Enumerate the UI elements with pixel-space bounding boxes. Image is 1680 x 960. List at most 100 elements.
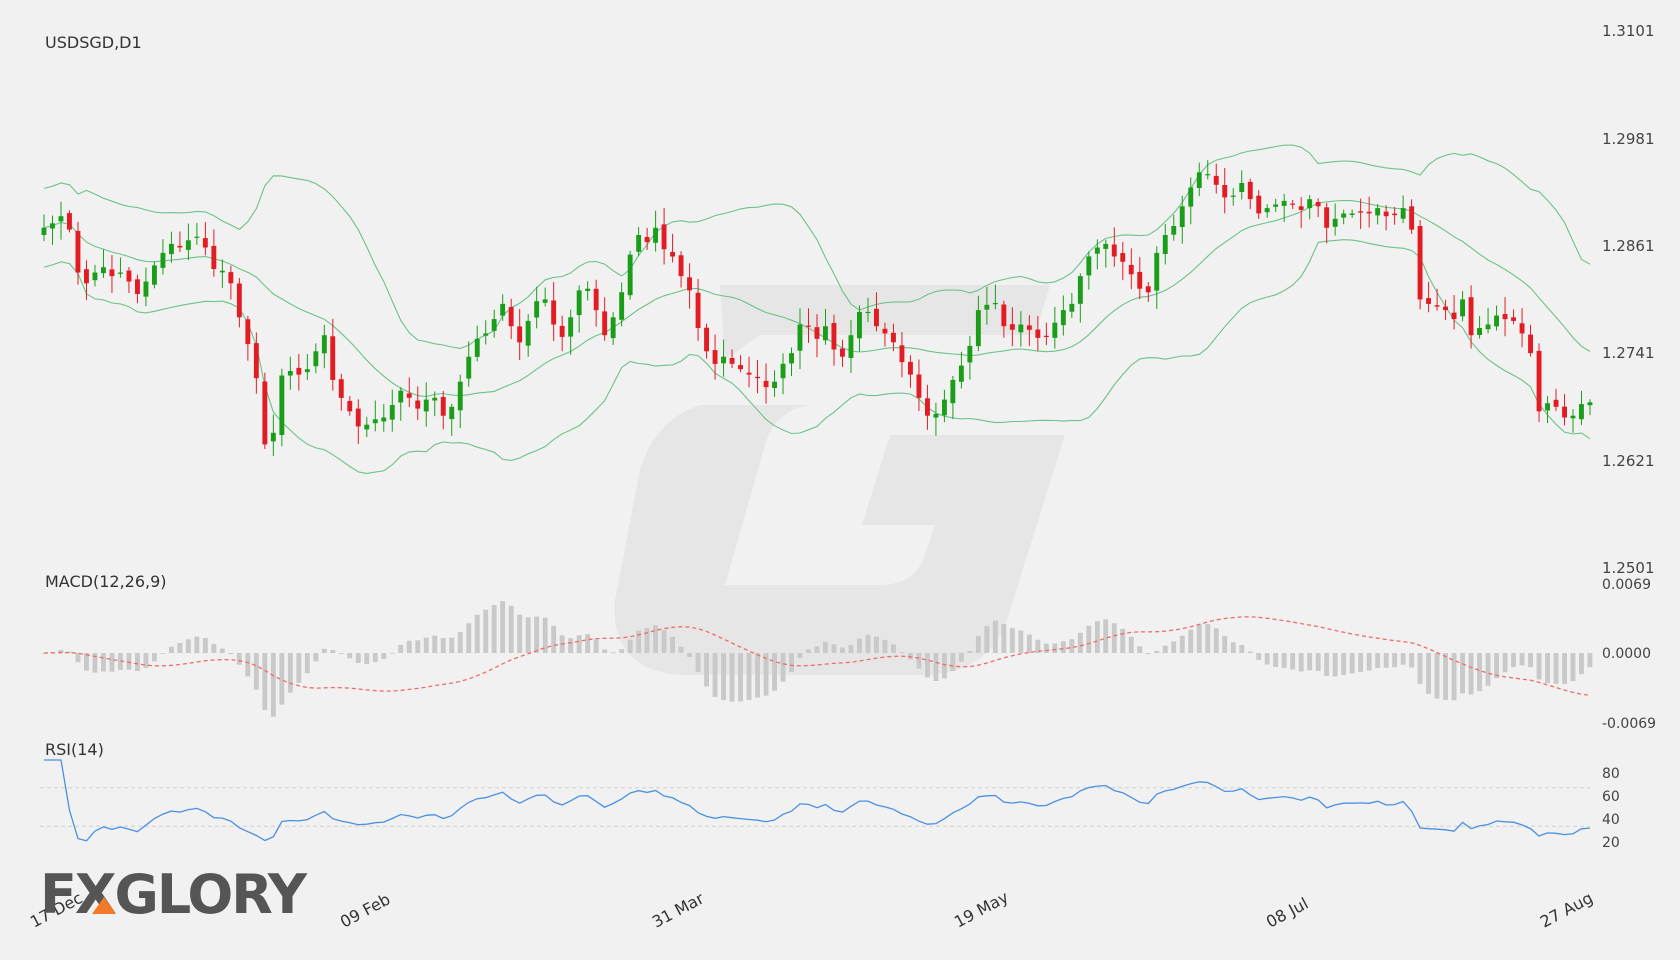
macd-histogram-bar [729, 653, 735, 702]
macd-histogram-bar [1264, 653, 1270, 665]
rsi-tick: 40 [1602, 812, 1620, 828]
candle-body [1001, 304, 1007, 327]
macd-histogram-bar [1222, 635, 1228, 653]
candle-body [1094, 247, 1100, 254]
candle-body [840, 348, 845, 357]
macd-histogram-bar [687, 653, 692, 658]
macd-histogram-bar [1043, 643, 1049, 653]
candle-body [1553, 399, 1559, 407]
macd-histogram-bar [1494, 653, 1499, 679]
macd-histogram-bar [1298, 653, 1304, 672]
candle-body [118, 272, 123, 274]
macd-histogram-bar [270, 653, 276, 717]
macd-histogram-bar [169, 646, 174, 653]
macd-histogram-bar [882, 639, 888, 653]
macd-histogram-bar [789, 653, 794, 672]
candle-body [1443, 306, 1448, 311]
candle-body [908, 361, 913, 375]
macd-histogram-bar [695, 653, 701, 673]
candle-body [347, 400, 353, 412]
candle-body [415, 400, 421, 409]
candle-body [1460, 299, 1465, 317]
macd-tick: 0.0069 [1602, 577, 1651, 593]
macd-histogram-bar [1562, 653, 1567, 684]
macd-histogram-bar [1400, 653, 1406, 665]
candle-body [1188, 187, 1194, 207]
candle-body [432, 397, 438, 401]
macd-histogram-bar [1069, 639, 1075, 653]
macd-histogram-bar [865, 634, 871, 653]
candle-body [1171, 226, 1177, 235]
candle-body [1562, 406, 1567, 418]
macd-histogram-bar [1162, 645, 1168, 653]
macd-histogram-bar [916, 653, 922, 669]
macd-histogram-bar [135, 653, 140, 671]
macd-histogram-bar [372, 653, 378, 663]
candle-body [958, 365, 964, 382]
macd-histogram-bar [1570, 653, 1576, 682]
macd-histogram-bar [1077, 632, 1083, 653]
candle-body [865, 311, 871, 314]
rsi-panel [40, 759, 1591, 842]
macd-histogram-bar [1103, 619, 1109, 653]
candle-body [126, 270, 132, 282]
candle-body [1570, 415, 1576, 419]
macd-histogram-bar [1307, 653, 1313, 671]
macd-histogram-bar [1519, 653, 1525, 666]
macd-histogram-bar [449, 637, 455, 653]
candle-body [636, 235, 642, 252]
macd-histogram-bar [899, 652, 905, 653]
candle-body [372, 419, 378, 424]
candle-body [984, 304, 990, 310]
macd-histogram-bar [194, 636, 200, 653]
candle-body [84, 269, 89, 284]
macd-histogram-bar [1171, 641, 1177, 653]
macd-histogram-bar [262, 653, 268, 710]
candle-body [610, 317, 616, 339]
macd-histogram-bar [848, 645, 854, 653]
macd-histogram-bar [525, 617, 531, 653]
time-tick: 31 Mar [649, 888, 707, 931]
candle-body [1043, 335, 1049, 337]
candle-body [627, 254, 633, 296]
macd-histogram-bar [1026, 634, 1032, 653]
macd-histogram-bar [627, 639, 633, 653]
rsi-tick: 60 [1602, 789, 1620, 805]
macd-histogram-bar [1154, 650, 1160, 653]
candle-body [1247, 181, 1253, 200]
candle-body [729, 358, 735, 364]
price-tick: 1.2621 [1602, 452, 1655, 470]
candle-body [1494, 315, 1499, 327]
candle-body [925, 398, 930, 416]
macd-tick: -0.0069 [1602, 716, 1656, 732]
macd-histogram-bar [101, 653, 106, 672]
macd-histogram-bar [423, 637, 429, 653]
macd-histogram-bar [1213, 628, 1219, 653]
macd-histogram-bar [1052, 643, 1058, 653]
candle-body [780, 363, 786, 379]
candle-body [1009, 324, 1015, 330]
macd-histogram-bar [253, 653, 259, 690]
price-axis: 1.3101 1.2981 1.2861 1.2741 1.2621 1.250… [1602, 22, 1655, 577]
macd-histogram-bar [602, 649, 608, 653]
macd-histogram-bar [534, 616, 540, 653]
macd-histogram-bar [1094, 621, 1100, 653]
macd-histogram-bar [712, 653, 718, 697]
macd-histogram-bar [1434, 653, 1440, 699]
candle-body [381, 417, 387, 422]
macd-histogram-bar [313, 653, 319, 662]
candle-body [1502, 314, 1508, 320]
candle-body [1222, 185, 1228, 198]
candle-body [457, 381, 463, 411]
candle-body [517, 326, 523, 343]
candle-body [942, 399, 947, 416]
candle-body [1587, 402, 1593, 406]
macd-histogram-bar [1443, 653, 1448, 700]
rsi-tick: 20 [1602, 835, 1620, 851]
candle-body [398, 390, 404, 403]
candle-body [789, 353, 794, 364]
macd-histogram-bar [398, 644, 404, 653]
time-tick: 19 May [951, 887, 1012, 931]
candle-body [950, 379, 956, 404]
candle-body [1103, 243, 1109, 249]
